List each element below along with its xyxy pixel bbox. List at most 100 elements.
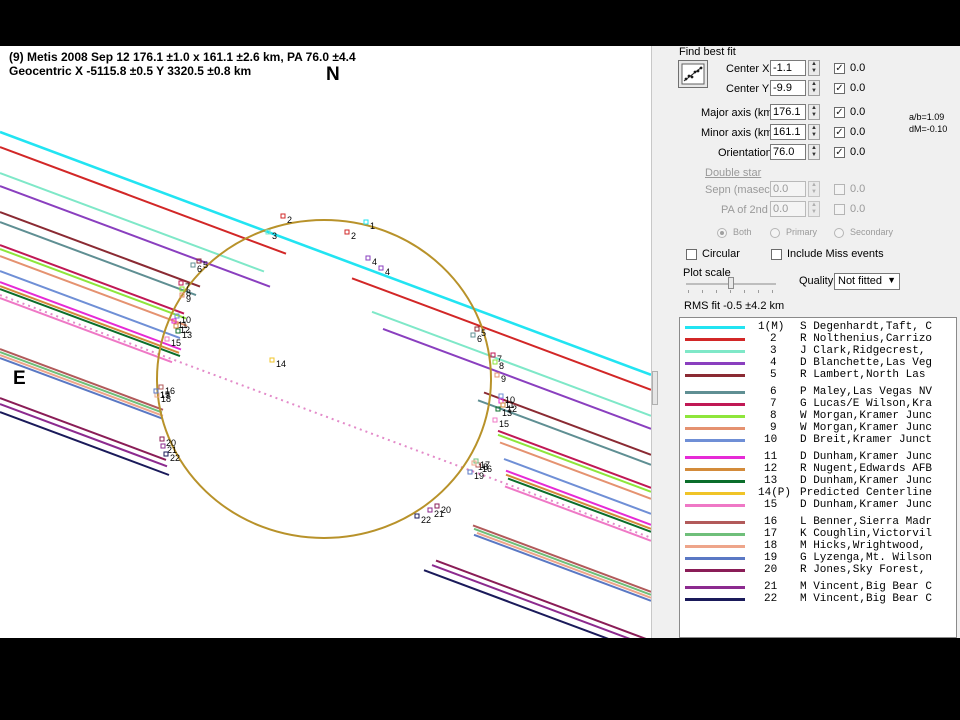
legend-row[interactable]: 15 D Dunham,Kramer Junc — [680, 499, 956, 511]
center-y-input[interactable]: -9.9 — [770, 80, 806, 96]
legend-row[interactable]: 22 M Vincent,Big Bear C — [680, 593, 956, 605]
chord-endpoint-marker — [158, 384, 164, 390]
sepn-checkbox[interactable] — [834, 184, 845, 195]
quality-dropdown[interactable]: Not fitted ▼ — [834, 273, 900, 290]
rms-fit-label: RMS fit -0.5 ±4.2 km — [684, 300, 785, 312]
major-axis-input[interactable]: 176.1 — [770, 104, 806, 120]
center-y-spinner[interactable]: ▲ ▼ — [808, 80, 820, 96]
legend-id: 22 — [764, 593, 778, 605]
radio-secondary[interactable] — [834, 228, 844, 238]
legend-id: 15 — [764, 499, 778, 511]
legend-row[interactable]: 13 D Dunham,Kramer Junc — [680, 475, 956, 487]
minor-axis-input[interactable]: 161.1 — [770, 124, 806, 140]
center-y-checkbox[interactable]: ✓ — [834, 83, 845, 94]
chord-endpoint-marker — [427, 507, 433, 513]
legend-row[interactable]: 8 W Morgan,Kramer Junc — [680, 410, 956, 422]
chord-number-label: 22 — [421, 515, 431, 525]
plot-scale-slider-thumb[interactable] — [728, 277, 734, 289]
legend-row[interactable]: 18 M Hicks,Wrightwood, — [680, 540, 956, 552]
orientation-input[interactable]: 76.0 — [770, 144, 806, 160]
plot-scale-label: Plot scale — [683, 267, 731, 279]
legend-row[interactable]: 16 L Benner,Sierra Madr — [680, 516, 956, 528]
panel-splitter-handle[interactable] — [652, 371, 658, 405]
legend-observer-name: Predicted Centerline — [800, 487, 933, 499]
orientation-checkbox[interactable]: ✓ — [834, 147, 845, 158]
legend-row[interactable]: 5 R Lambert,North Las — [680, 369, 956, 381]
sepn-input[interactable]: 0.0 — [770, 181, 806, 197]
legend-row[interactable]: 17 K Coughlin,Victorvil — [680, 528, 956, 540]
legend-row[interactable]: 7 G Lucas/E Wilson,Kra — [680, 398, 956, 410]
find-best-fit-button[interactable] — [678, 60, 708, 88]
radio-both[interactable] — [717, 228, 727, 238]
legend-observer-name: J Clark,Ridgecrest, — [800, 345, 933, 357]
legend-observer-name: G Lucas/E Wilson,Kra — [800, 398, 933, 410]
legend-observer-name: R Nugent,Edwards AFB — [800, 463, 933, 475]
legend-row[interactable]: 20 R Jones,Sky Forest, — [680, 564, 956, 576]
quality-label: Quality — [799, 275, 834, 287]
center-x-checkbox[interactable]: ✓ — [834, 63, 845, 74]
major-axis-spinner[interactable]: ▲ ▼ — [808, 104, 820, 120]
chord-line — [0, 130, 651, 377]
legend-row[interactable]: 3 J Clark,Ridgecrest, — [680, 345, 956, 357]
chord-line — [0, 288, 181, 358]
pa-2nd-spinner[interactable]: ▲ ▼ — [808, 201, 820, 217]
legend-id: 13 — [764, 475, 778, 487]
chord-endpoint-marker — [378, 265, 384, 271]
legend-row[interactable]: 19 G Lyzenga,Mt. Wilson — [680, 552, 956, 564]
radio-primary[interactable] — [770, 228, 780, 238]
legend-observer-name: S Degenhardt,Taft, C — [800, 321, 933, 333]
major-axis-checkbox[interactable]: ✓ — [834, 107, 845, 118]
pa-2nd-input[interactable]: 0.0 — [770, 201, 806, 217]
chord-number-label: 13 — [502, 408, 512, 418]
sepn-spinner[interactable]: ▲ ▼ — [808, 181, 820, 197]
pa-2nd-checkbox[interactable] — [834, 204, 845, 215]
legend-color-line — [685, 598, 745, 601]
chord-endpoint-marker — [164, 336, 170, 342]
double-star-link[interactable]: Double star — [705, 167, 761, 179]
legend-id: 17 — [764, 528, 778, 540]
legend-row[interactable]: 6 P Maley,Las Vegas NV — [680, 386, 956, 398]
legend-row[interactable]: 10 D Breit,Kramer Junct — [680, 434, 956, 446]
legend-row[interactable]: 4 D Blanchette,Las Veg — [680, 357, 956, 369]
legend-color-line — [685, 557, 745, 560]
center-x-spinner[interactable]: ▲ ▼ — [808, 60, 820, 76]
legend-row[interactable]: 1(M) S Degenhardt,Taft, C — [680, 321, 956, 333]
east-label: E — [13, 368, 26, 389]
legend-row[interactable]: 21 M Vincent,Big Bear C — [680, 581, 956, 593]
minor-axis-spinner[interactable]: ▲ ▼ — [808, 124, 820, 140]
chord-line — [503, 458, 651, 515]
legend-color-line — [685, 439, 745, 442]
include-miss-checkbox[interactable] — [771, 249, 782, 260]
legend-row[interactable]: 9 W Morgan,Kramer Junc — [680, 422, 956, 434]
legend-color-line — [685, 362, 745, 365]
chord-endpoint-marker — [474, 326, 480, 332]
legend-row[interactable]: 11 D Dunham,Kramer Junc — [680, 451, 956, 463]
scatter-fit-icon — [681, 63, 705, 85]
legend-observer-name: D Breit,Kramer Junct — [800, 434, 933, 446]
legend-row[interactable]: 2 R Nolthenius,Carrizo — [680, 333, 956, 345]
legend-row[interactable]: 12 R Nugent,Edwards AFB — [680, 463, 956, 475]
chord-endpoint-marker — [344, 229, 350, 235]
chord-line — [0, 281, 182, 351]
occultation-plot[interactable]: 1 2 2 4 4 3 5 6 7 8 9 10 11 12 13 14 15 16 17 18 19 20 21 22 5 6 7… — [0, 46, 651, 638]
legend-row[interactable]: 14(P) Predicted Centerline — [680, 487, 956, 499]
legend-observer-name: W Morgan,Kramer Junc — [800, 410, 933, 422]
observer-legend-list[interactable]: 1(M) S Degenhardt,Taft, C 2 R Nolthenius,Ca… — [679, 317, 957, 638]
legend-color-line — [685, 480, 745, 483]
minor-axis-checkbox[interactable]: ✓ — [834, 127, 845, 138]
chord-number-label: 13 — [182, 330, 192, 340]
legend-observer-name: M Vincent,Big Bear C — [800, 581, 933, 593]
circular-checkbox[interactable] — [686, 249, 697, 260]
slider-tick — [772, 290, 773, 293]
legend-id: 9 — [770, 422, 777, 434]
legend-color-line — [685, 533, 745, 536]
chord-endpoint-marker — [160, 443, 166, 449]
orientation-spinner[interactable]: ▲ ▼ — [808, 144, 820, 160]
legend-color-line — [685, 415, 745, 418]
center-x-input[interactable]: -1.1 — [770, 60, 806, 76]
legend-observer-name: M Vincent,Big Bear C — [800, 593, 933, 605]
chord-endpoint-marker — [414, 513, 420, 519]
chord-line — [499, 441, 651, 500]
legend-id: 1(M) — [758, 321, 785, 333]
major-axis-uncertainty: 0.0 — [850, 106, 866, 118]
